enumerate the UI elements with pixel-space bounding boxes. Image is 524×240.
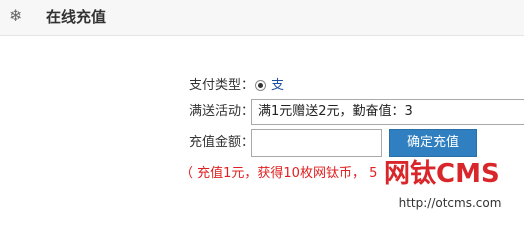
page-title: 在线充值 [46, 8, 107, 26]
watermark: 网钛CMS http://otcms.com [376, 158, 524, 220]
submit-recharge-button[interactable]: 确定充值 [389, 129, 477, 157]
promotion-label: 满送活动： [188, 104, 254, 119]
amount-input[interactable] [251, 129, 382, 157]
recharge-note: （ 充值1元，获得10枚网钛币， 5 [180, 166, 378, 181]
watermark-url: http://otcms.com [398, 196, 502, 210]
promotion-select[interactable]: 满1元赠送2元，勤奋值：3 [251, 99, 524, 125]
gear-icon: ❄ [9, 6, 23, 25]
amount-label: 充值金额： [188, 135, 254, 150]
payment-type-label: 支付类型： [188, 78, 254, 93]
alipay-radio[interactable] [255, 80, 266, 91]
watermark-logo: 网钛CMS [384, 159, 500, 189]
page-header: ❄ 在线充值 [0, 0, 524, 36]
